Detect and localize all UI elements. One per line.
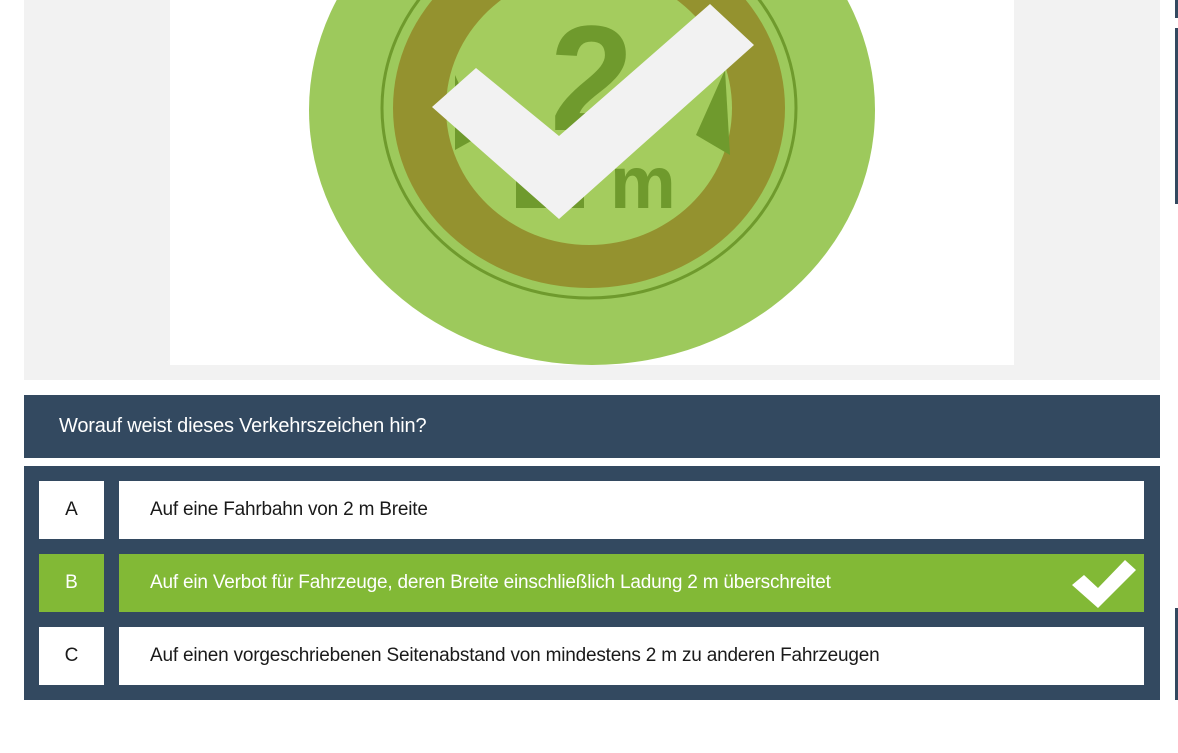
answer-letter: C [39,627,104,685]
answer-letter: B [39,554,104,612]
answer-text-label: Auf eine Fahrbahn von 2 m Breite [150,499,428,520]
traffic-sign-image: 2 m [170,0,1014,365]
answer-text-label: Auf einen vorgeschriebenen Seitenabstand… [150,645,880,666]
quiz-page: 2 m Worauf weist dieses Verkehrszeichen … [0,0,1178,753]
answer-text: Auf einen vorgeschriebenen Seitenabstand… [119,627,1144,685]
answer-option-b[interactable]: B Auf ein Verbot für Fahrzeuge, deren Br… [39,554,1144,612]
traffic-sign-graphic: 2 m [309,0,875,365]
sign-image-panel: 2 m [24,0,1160,380]
answer-letter: A [39,481,104,539]
answer-option-a[interactable]: A Auf eine Fahrbahn von 2 m Breite [39,481,1144,539]
answers-panel: A Auf eine Fahrbahn von 2 m Breite B Auf… [24,466,1160,700]
checkmark-icon [1072,560,1136,608]
question-text: Worauf weist dieses Verkehrszeichen hin? [59,415,427,437]
answer-text: Auf eine Fahrbahn von 2 m Breite [119,481,1144,539]
question-header: Worauf weist dieses Verkehrszeichen hin? [24,395,1160,458]
answer-option-c[interactable]: C Auf einen vorgeschriebenen Seitenabsta… [39,627,1144,685]
answer-text-label: Auf ein Verbot für Fahrzeuge, deren Brei… [150,572,831,593]
answer-text: Auf ein Verbot für Fahrzeuge, deren Brei… [119,554,1144,612]
